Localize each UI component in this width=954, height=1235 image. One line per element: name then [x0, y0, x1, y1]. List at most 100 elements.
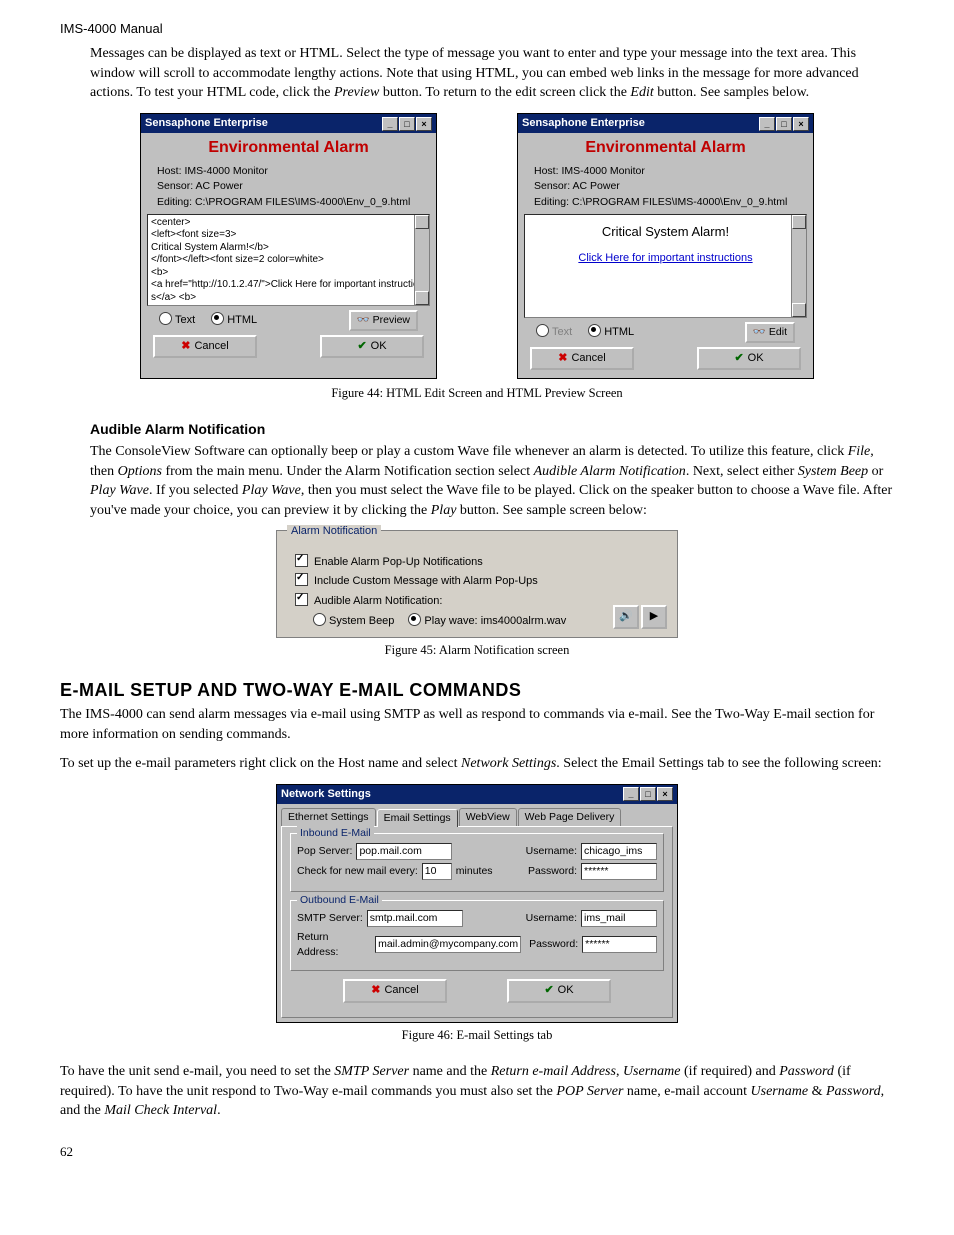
titlebar: Sensaphone Enterprise _ □ ×	[518, 114, 813, 133]
t: Play Wave	[90, 483, 149, 498]
final-paragraph: To have the unit send e-mail, you need t…	[60, 1062, 894, 1121]
radio-text-label: Text	[552, 326, 572, 338]
radio-html-label: HTML	[604, 326, 634, 338]
t: . Next, select either	[686, 464, 798, 479]
t: To set up the e-mail parameters right cl…	[60, 756, 461, 771]
window-controls[interactable]: _ □ ×	[382, 117, 432, 131]
ok-button[interactable]: ✔OK	[507, 979, 611, 1002]
speaker-button[interactable]: 🔊	[613, 605, 639, 629]
t: name and the	[409, 1064, 491, 1079]
chk-include-custom[interactable]: Include Custom Message with Alarm Pop-Up…	[295, 573, 659, 589]
preview-button[interactable]: 👓Preview	[349, 310, 418, 331]
preview-link[interactable]: Click Here for important instructions	[578, 252, 752, 264]
return-address-input[interactable]: mail.admin@mycompany.com	[375, 936, 521, 953]
minimize-icon[interactable]: _	[623, 787, 639, 801]
host-value: IMS-4000 Monitor	[184, 165, 267, 177]
ok-button[interactable]: ✔OK	[320, 335, 424, 358]
checkbox-icon[interactable]	[295, 554, 308, 567]
radio-html[interactable]: HTML	[588, 324, 634, 340]
fig45-panel: Alarm Notification Enable Alarm Pop-Up N…	[276, 530, 678, 638]
password-input[interactable]: ******	[582, 936, 657, 953]
t: Audible Alarm Notification	[534, 464, 686, 479]
fig44-caption: Figure 44: HTML Edit Screen and HTML Pre…	[60, 385, 894, 403]
password-input[interactable]: ******	[581, 863, 657, 880]
sensor-value: AC Power	[196, 180, 243, 192]
radio-text[interactable]: Text	[159, 312, 195, 328]
radio-play-wave[interactable]: Play wave: ims4000alrm.wav	[408, 613, 566, 629]
minimize-icon[interactable]: _	[759, 117, 775, 131]
pop-server-label: Pop Server:	[297, 844, 352, 859]
sensor-label: Sensor:	[157, 180, 193, 192]
email-p1: The IMS-4000 can send alarm messages via…	[60, 705, 894, 744]
password-label: Password:	[528, 864, 577, 879]
sensor-label: Sensor:	[534, 180, 570, 192]
audible-heading: Audible Alarm Notification	[90, 420, 894, 440]
button-row: ✖Cancel ✔OK	[153, 335, 424, 358]
close-icon[interactable]: ×	[416, 117, 432, 131]
radio-html[interactable]: HTML	[211, 312, 257, 328]
checkbox-icon[interactable]	[295, 573, 308, 586]
t: . If you selected	[149, 483, 242, 498]
maximize-icon[interactable]: □	[776, 117, 792, 131]
check-interval-input[interactable]: 10	[422, 863, 452, 880]
window-title: Network Settings	[281, 787, 371, 802]
radio-label: Play wave:	[424, 615, 477, 627]
t: Network Settings	[461, 756, 556, 771]
t: button. See sample screen below:	[456, 503, 647, 518]
tab-webpage-delivery[interactable]: Web Page Delivery	[518, 808, 622, 826]
scrollbar[interactable]	[414, 215, 429, 305]
window-controls[interactable]: _ □ ×	[623, 787, 673, 801]
radio-text-label: Text	[175, 314, 195, 326]
close-icon[interactable]: ×	[657, 787, 673, 801]
edit-button[interactable]: 👓Edit	[745, 322, 795, 343]
t: Password	[779, 1064, 834, 1079]
t: name, e-mail account	[623, 1084, 750, 1099]
edit-button-label: Edit	[769, 326, 787, 338]
format-radio-row: Text HTML 👓Edit	[536, 322, 795, 343]
t: .	[217, 1103, 221, 1118]
play-button[interactable]: ▶	[641, 605, 667, 629]
check-icon: ✔	[357, 340, 366, 352]
t: Play	[431, 503, 457, 518]
t: To have the unit send e-mail, you need t…	[60, 1064, 334, 1079]
window-controls[interactable]: _ □ ×	[759, 117, 809, 131]
tab-ethernet[interactable]: Ethernet Settings	[281, 808, 376, 826]
fig44-left-window: Sensaphone Enterprise _ □ × Environmenta…	[140, 113, 437, 379]
username-input[interactable]: chicago_ims	[581, 843, 657, 860]
username-input[interactable]: ims_mail	[581, 910, 657, 927]
chk-audible[interactable]: Audible Alarm Notification:	[295, 593, 659, 609]
chk-enable-popup[interactable]: Enable Alarm Pop-Up Notifications	[295, 554, 659, 570]
radio-system-beep[interactable]: System Beep	[313, 613, 394, 629]
smtp-server-input[interactable]: smtp.mail.com	[367, 910, 463, 927]
cancel-label: Cancel	[384, 984, 418, 996]
figure-44-row: Sensaphone Enterprise _ □ × Environmenta…	[90, 113, 864, 379]
return-address-label: Return Address:	[297, 930, 371, 959]
html-source-textarea[interactable]: <center> <left><font size=3> Critical Sy…	[147, 214, 430, 306]
smtp-server-label: SMTP Server:	[297, 911, 363, 926]
maximize-icon[interactable]: □	[640, 787, 656, 801]
inbound-group: Inbound E-Mail Pop Server: pop.mail.com …	[290, 833, 664, 892]
tab-email[interactable]: Email Settings	[377, 809, 458, 827]
chk-label: Enable Alarm Pop-Up Notifications	[314, 556, 483, 568]
checkbox-icon[interactable]	[295, 593, 308, 606]
close-icon[interactable]: ×	[793, 117, 809, 131]
email-p2: To set up the e-mail parameters right cl…	[60, 754, 894, 774]
cancel-label: Cancel	[194, 340, 228, 352]
cancel-button[interactable]: ✖Cancel	[530, 347, 634, 370]
maximize-icon[interactable]: □	[399, 117, 415, 131]
cancel-button[interactable]: ✖Cancel	[153, 335, 257, 358]
cancel-button[interactable]: ✖Cancel	[343, 979, 447, 1002]
pop-server-input[interactable]: pop.mail.com	[356, 843, 452, 860]
scrollbar[interactable]	[791, 215, 806, 317]
radio-text[interactable]: Text	[536, 324, 572, 340]
t: Username	[751, 1084, 809, 1099]
radio-label: System Beep	[329, 615, 394, 627]
chk-label: Audible Alarm Notification:	[314, 595, 442, 607]
tab-webview[interactable]: WebView	[459, 808, 517, 826]
check-icon: ✔	[734, 352, 743, 364]
dialog-heading: Environmental Alarm	[147, 137, 430, 159]
manual-header: IMS-4000 Manual	[60, 20, 894, 38]
fig45-caption: Figure 45: Alarm Notification screen	[60, 642, 894, 660]
ok-button[interactable]: ✔OK	[697, 347, 801, 370]
minimize-icon[interactable]: _	[382, 117, 398, 131]
